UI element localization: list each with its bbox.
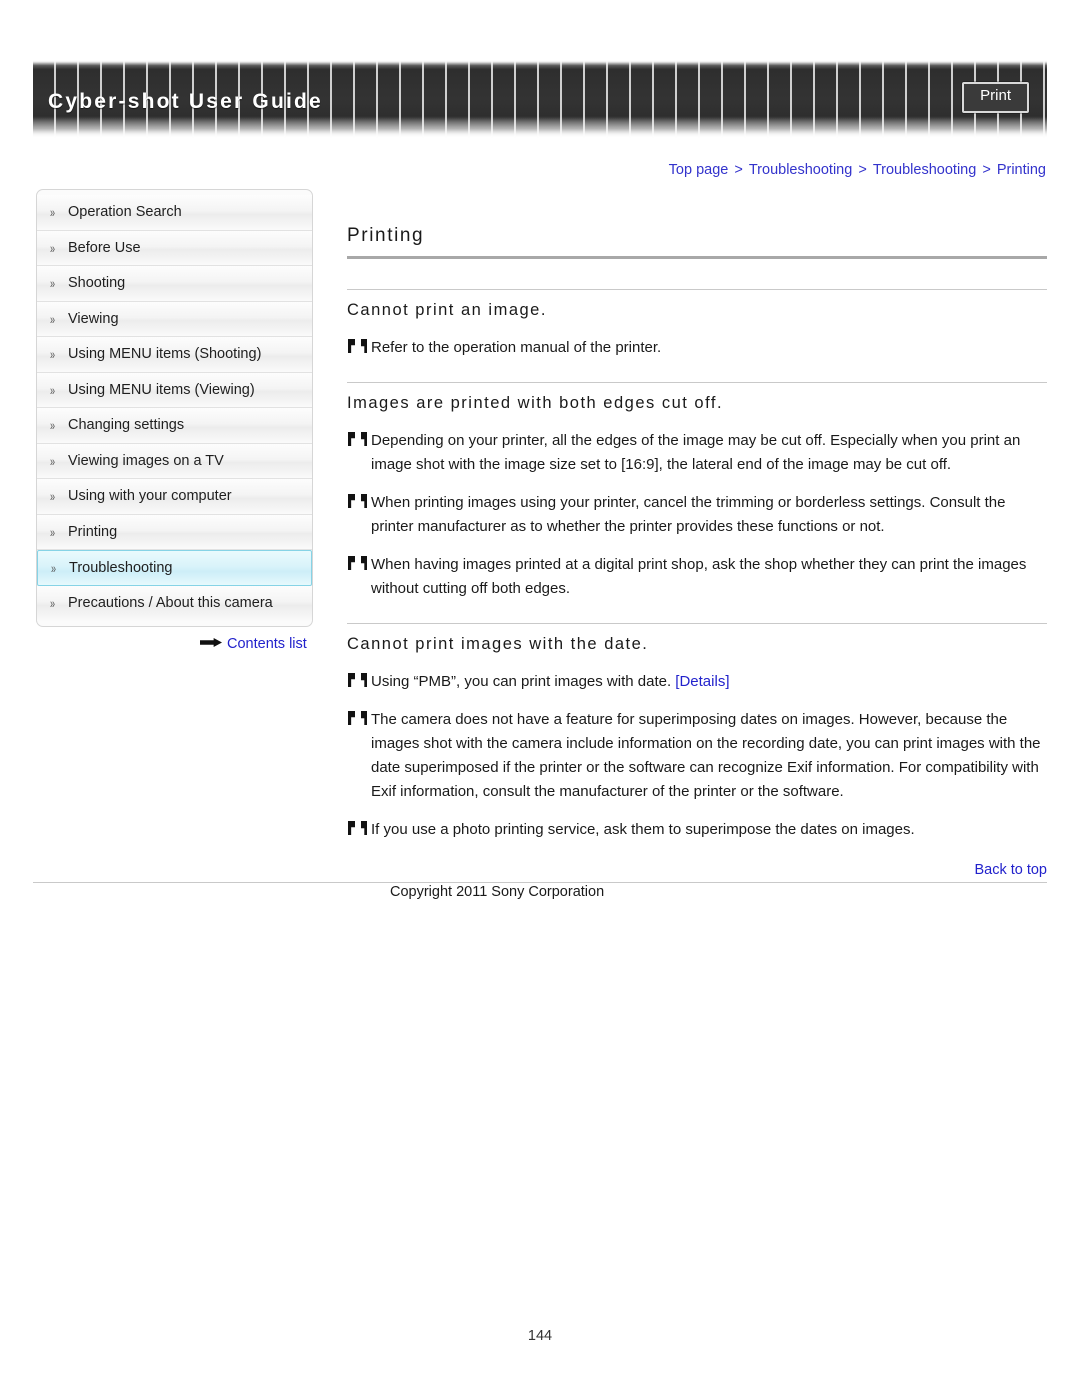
copyright-text: Copyright 2011 Sony Corporation	[390, 884, 605, 900]
section-divider	[347, 382, 1047, 383]
bullet-marker-icon	[347, 339, 371, 357]
breadcrumb-item-4[interactable]: Printing	[997, 162, 1046, 178]
page-number: 144	[527, 1328, 553, 1344]
content-section: Images are printed with both edges cut o…	[347, 382, 1047, 601]
sidebar-item-label: Using MENU items (Shooting)	[68, 346, 262, 362]
sidebar-item-label: Before Use	[68, 239, 141, 256]
sidebar-item-label: Operation Search	[68, 204, 182, 220]
details-link[interactable]: [Details]	[675, 673, 729, 690]
contents-list-label: Contents list	[227, 636, 307, 652]
bullet-marker-icon	[347, 556, 371, 574]
bullet-item: Depending on your printer, all the edges…	[347, 429, 1047, 477]
arrow-right-icon	[200, 638, 222, 647]
sidebar-item-before-use[interactable]: » Before Use	[37, 230, 312, 266]
bullet-text: Using “PMB”, you can print images with d…	[371, 673, 730, 690]
breadcrumb: Top page > Troubleshooting > Troubleshoo…	[669, 162, 1046, 178]
bullet-marker-icon	[347, 432, 371, 450]
breadcrumb-separator: >	[978, 162, 995, 178]
sidebar-item-printing[interactable]: » Printing	[37, 514, 312, 550]
sidebar-item-label: Using MENU items (Viewing)	[68, 381, 255, 398]
sidebar-item-troubleshooting[interactable]: » Troubleshooting	[37, 550, 312, 586]
sidebar-item-viewing-images-on-a-tv[interactable]: » Viewing images on a TV	[37, 443, 312, 479]
section-heading: Cannot print an image.	[347, 301, 547, 319]
sidebar-item-precautions-about-this-camera[interactable]: » Precautions / About this camera	[37, 585, 312, 621]
sidebar-item-label: Using with your computer	[68, 488, 232, 504]
breadcrumb-separator: >	[730, 162, 747, 178]
breadcrumb-separator: >	[854, 162, 871, 178]
sidebar-item-label: Changing settings	[68, 417, 185, 433]
bullet-marker-icon	[347, 821, 371, 839]
bullet-text: Refer to the operation manual of the pri…	[371, 339, 662, 356]
title-divider	[347, 256, 1047, 259]
breadcrumb-item-2[interactable]: Troubleshooting	[749, 162, 852, 178]
print-button[interactable]: Print	[962, 82, 1029, 113]
bullet-text: Depending on your printer, all the edges…	[371, 432, 1021, 473]
bullet-text: When printing images using your printer,…	[371, 494, 1006, 535]
back-to-top-link[interactable]: Back to top	[347, 862, 1047, 878]
bullet-item: Refer to the operation manual of the pri…	[347, 336, 1047, 360]
section-list: Cannot print an image. Refer to the opera…	[347, 289, 1047, 842]
bullet-text: The camera does not have a feature for s…	[371, 711, 1041, 800]
contents-list-link[interactable]: Contents list	[200, 636, 307, 652]
content-section: Cannot print images with the date. Using …	[347, 623, 1047, 842]
page-title: Printing	[347, 225, 425, 246]
sidebar-item-label: Shooting	[68, 275, 126, 291]
bullet-marker-icon	[347, 673, 371, 691]
double-chevron-right-icon: »	[50, 595, 55, 611]
sidebar-nav: » Operation Search» Before Use» Shooting» Vi…	[36, 189, 313, 627]
breadcrumb-item-3[interactable]: Troubleshooting	[873, 162, 976, 178]
section-divider	[347, 623, 1047, 624]
bullet-text: When having images printed at a digital …	[371, 556, 1027, 597]
sidebar-item-label: Precautions / About this camera	[68, 594, 273, 611]
breadcrumb-item-1[interactable]: Top page	[669, 162, 729, 178]
sidebar-item-using-menu-items-viewing[interactable]: » Using MENU items (Viewing)	[37, 372, 312, 408]
sidebar-item-shooting[interactable]: » Shooting	[37, 266, 312, 302]
section-divider	[347, 289, 1047, 290]
sidebar-item-using-with-your-computer[interactable]: » Using with your computer	[37, 479, 312, 515]
sidebar-item-using-menu-items-shooting[interactable]: » Using MENU items (Shooting)	[37, 337, 312, 373]
bullet-marker-icon	[347, 494, 371, 512]
bullet-item: When having images printed at a digital …	[347, 553, 1047, 601]
sidebar-item-operation-search[interactable]: » Operation Search	[37, 195, 312, 231]
bullet-item: If you use a photo printing service, ask…	[347, 818, 1047, 842]
sidebar-item-label: Viewing images on a TV	[68, 452, 224, 469]
bullet-text: If you use a photo printing service, ask…	[371, 821, 915, 838]
footer-divider	[33, 882, 1047, 883]
section-heading: Images are printed with both edges cut o…	[347, 394, 724, 412]
bullet-item: When printing images using your printer,…	[347, 491, 1047, 539]
app-title: Cyber-shot User Guide	[48, 90, 323, 113]
bullet-marker-icon	[347, 711, 371, 729]
section-heading: Cannot print images with the date.	[347, 635, 649, 653]
sidebar-item-changing-settings[interactable]: » Changing settings	[37, 408, 312, 444]
content-section: Cannot print an image. Refer to the opera…	[347, 289, 1047, 360]
sidebar-item-label: Troubleshooting	[69, 560, 173, 576]
header-banner: Cyber-shot User Guide Print	[33, 60, 1047, 138]
sidebar-item-viewing[interactable]: » Viewing	[37, 301, 312, 337]
bullet-item: The camera does not have a feature for s…	[347, 708, 1047, 804]
main-content: Printing Cannot print an image. Refer to …	[347, 225, 1047, 856]
bullet-item: Using “PMB”, you can print images with d…	[347, 670, 1047, 694]
sidebar-item-label: Viewing	[68, 310, 119, 327]
sidebar-item-label: Printing	[68, 523, 118, 540]
